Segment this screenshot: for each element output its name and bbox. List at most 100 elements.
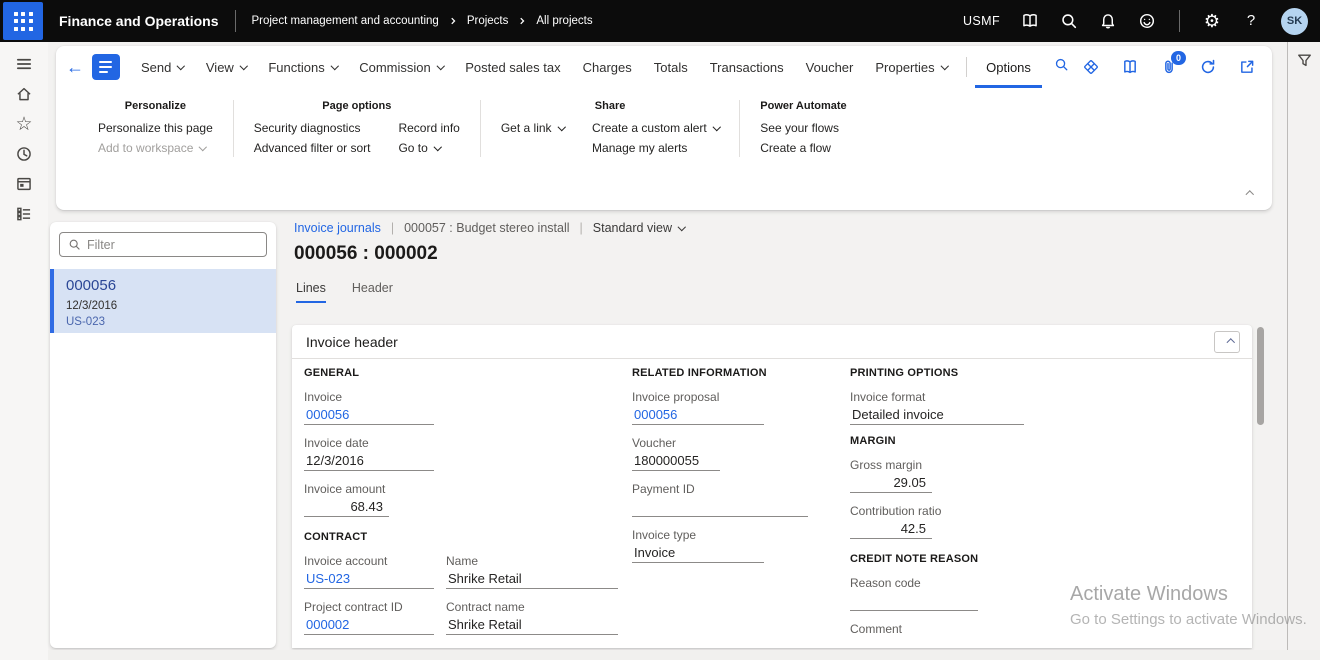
contract-name-input[interactable]: Shrike Retail: [446, 615, 618, 635]
section-heading-general: GENERAL: [304, 367, 626, 383]
field-name: Name Shrike Retail: [446, 553, 618, 589]
name-input[interactable]: Shrike Retail: [446, 569, 618, 589]
field-project-contract-id: Project contract ID 000002: [304, 599, 434, 635]
workspaces-icon[interactable]: [12, 172, 36, 196]
group-share: Share Get a link Create a custom alert M…: [480, 100, 739, 157]
group-page-options: Page options Security diagnostics Advanc…: [233, 100, 480, 157]
personalize-this-page-button[interactable]: Personalize this page: [98, 119, 213, 137]
get-a-link-button[interactable]: Get a link: [501, 119, 564, 137]
task-recorder-book-icon[interactable]: [1121, 58, 1139, 76]
chevron-down-icon: [199, 143, 207, 151]
breadcrumb-module[interactable]: Project management and accounting: [251, 15, 438, 27]
chevron-up-icon: [1227, 339, 1235, 347]
tab-transactions[interactable]: Transactions: [699, 46, 795, 88]
tab-lines[interactable]: Lines: [296, 281, 326, 303]
settings-gear-icon[interactable]: ⚙: [1203, 12, 1221, 30]
action-search-icon[interactable]: [1054, 57, 1069, 77]
chevron-down-icon: [240, 62, 248, 70]
filter-funnel-icon[interactable]: [1296, 52, 1313, 69]
reason-code-input[interactable]: [850, 591, 978, 611]
notifications-bell-icon[interactable]: [1099, 12, 1117, 30]
group-title: Page options: [254, 100, 460, 112]
collapse-panel-button[interactable]: [1214, 331, 1240, 353]
recent-clock-icon[interactable]: [12, 142, 36, 166]
record-info-button[interactable]: Record info: [398, 119, 459, 137]
view-selector[interactable]: Standard view: [593, 221, 685, 235]
create-a-flow-button[interactable]: Create a flow: [760, 139, 839, 157]
company-selector[interactable]: USMF: [963, 14, 1000, 28]
modules-list-icon[interactable]: [12, 202, 36, 226]
back-arrow-icon[interactable]: ←: [66, 57, 92, 78]
chevron-down-icon: [678, 222, 686, 230]
home-icon[interactable]: [12, 82, 36, 106]
tab-send[interactable]: Send: [130, 46, 195, 88]
filter-input[interactable]: [87, 238, 258, 252]
refresh-icon[interactable]: [1199, 58, 1217, 76]
user-avatar[interactable]: SK: [1281, 8, 1308, 35]
left-navigation-rail: ☆: [0, 42, 48, 660]
list-item-id: 000056: [66, 277, 276, 294]
contribution-ratio-input[interactable]: 42.5: [850, 519, 932, 539]
create-custom-alert-button[interactable]: Create a custom alert: [592, 119, 719, 137]
project-contract-id-link[interactable]: 000002: [304, 615, 434, 635]
app-launcher-waffle-icon[interactable]: [3, 2, 43, 40]
activate-windows-watermark: Activate Windows Go to Settings to activ…: [1070, 583, 1307, 628]
favorites-star-icon[interactable]: ☆: [12, 112, 36, 136]
tab-view[interactable]: View: [195, 46, 257, 88]
list-item-date: 12/3/2016: [66, 300, 276, 312]
invoice-journals-link[interactable]: Invoice journals: [294, 221, 381, 235]
see-your-flows-button[interactable]: See your flows: [760, 119, 839, 137]
power-apps-icon[interactable]: [1082, 58, 1100, 76]
gross-margin-input[interactable]: 29.05: [850, 473, 932, 493]
advanced-filter-or-sort-button[interactable]: Advanced filter or sort: [254, 139, 371, 157]
invoice-date-input[interactable]: 12/3/2016: [304, 451, 434, 471]
tab-header[interactable]: Header: [352, 281, 393, 303]
invoice-proposal-link[interactable]: 000056: [632, 405, 764, 425]
tab-commission[interactable]: Commission: [348, 46, 454, 88]
action-pane-right-icons: 0: [1082, 46, 1256, 88]
collapse-action-pane-chevron-icon[interactable]: [1240, 182, 1253, 200]
add-to-workspace-button[interactable]: Add to workspace: [98, 139, 213, 157]
invoice-amount-input[interactable]: 68.43: [304, 497, 389, 517]
feedback-smiley-icon[interactable]: [1138, 12, 1156, 30]
action-pane-tabs: Send View Functions Commission Posted sa…: [130, 46, 1042, 88]
right-filter-rail: [1287, 42, 1320, 660]
breadcrumb-page[interactable]: All projects: [536, 15, 592, 27]
tab-voucher[interactable]: Voucher: [795, 46, 865, 88]
action-pane: ← Send View Functions Commission Posted …: [56, 46, 1272, 210]
section-heading-printing-options: PRINTING OPTIONS: [850, 367, 1072, 383]
invoice-value-link[interactable]: 000056: [304, 405, 434, 425]
voucher-input[interactable]: 180000055: [632, 451, 720, 471]
breadcrumb-section[interactable]: Projects: [467, 15, 509, 27]
payment-id-input[interactable]: [632, 497, 808, 517]
field-invoice-account: Invoice account US-023: [304, 553, 434, 589]
manage-my-alerts-button[interactable]: Manage my alerts: [592, 139, 719, 157]
tab-charges[interactable]: Charges: [572, 46, 643, 88]
field-contract-name: Contract name Shrike Retail: [446, 599, 618, 635]
comment-input[interactable]: [850, 637, 1024, 648]
tab-properties[interactable]: Properties: [864, 46, 958, 88]
attachments-paperclip-icon[interactable]: 0: [1160, 58, 1178, 76]
copilot-icon[interactable]: [1021, 12, 1039, 30]
field-gross-margin: Gross margin 29.05: [850, 457, 1072, 493]
panel-header: Invoice header: [292, 325, 1252, 359]
horizontal-scrollbar-track[interactable]: [48, 650, 1320, 660]
invoice-account-link[interactable]: US-023: [304, 569, 434, 589]
help-icon[interactable]: ?: [1242, 12, 1260, 30]
open-in-new-window-icon[interactable]: [1238, 58, 1256, 76]
hamburger-menu-icon[interactable]: [12, 52, 36, 76]
tab-posted-sales-tax[interactable]: Posted sales tax: [454, 46, 571, 88]
tab-totals[interactable]: Totals: [643, 46, 699, 88]
chevron-down-icon: [331, 62, 339, 70]
invoice-format-input[interactable]: Detailed invoice: [850, 405, 1024, 425]
action-pane-menu-button[interactable]: [92, 54, 120, 80]
security-diagnostics-button[interactable]: Security diagnostics: [254, 119, 371, 137]
search-icon[interactable]: [1060, 12, 1078, 30]
module-breadcrumb: Project management and accounting Projec…: [251, 15, 592, 27]
invoice-type-input[interactable]: Invoice: [632, 543, 764, 563]
tab-functions[interactable]: Functions: [257, 46, 348, 88]
vertical-scrollbar-thumb[interactable]: [1257, 327, 1264, 425]
list-item-selected[interactable]: 000056 12/3/2016 US-023: [50, 269, 276, 333]
tab-options[interactable]: Options: [975, 46, 1042, 88]
go-to-button[interactable]: Go to: [398, 139, 459, 157]
